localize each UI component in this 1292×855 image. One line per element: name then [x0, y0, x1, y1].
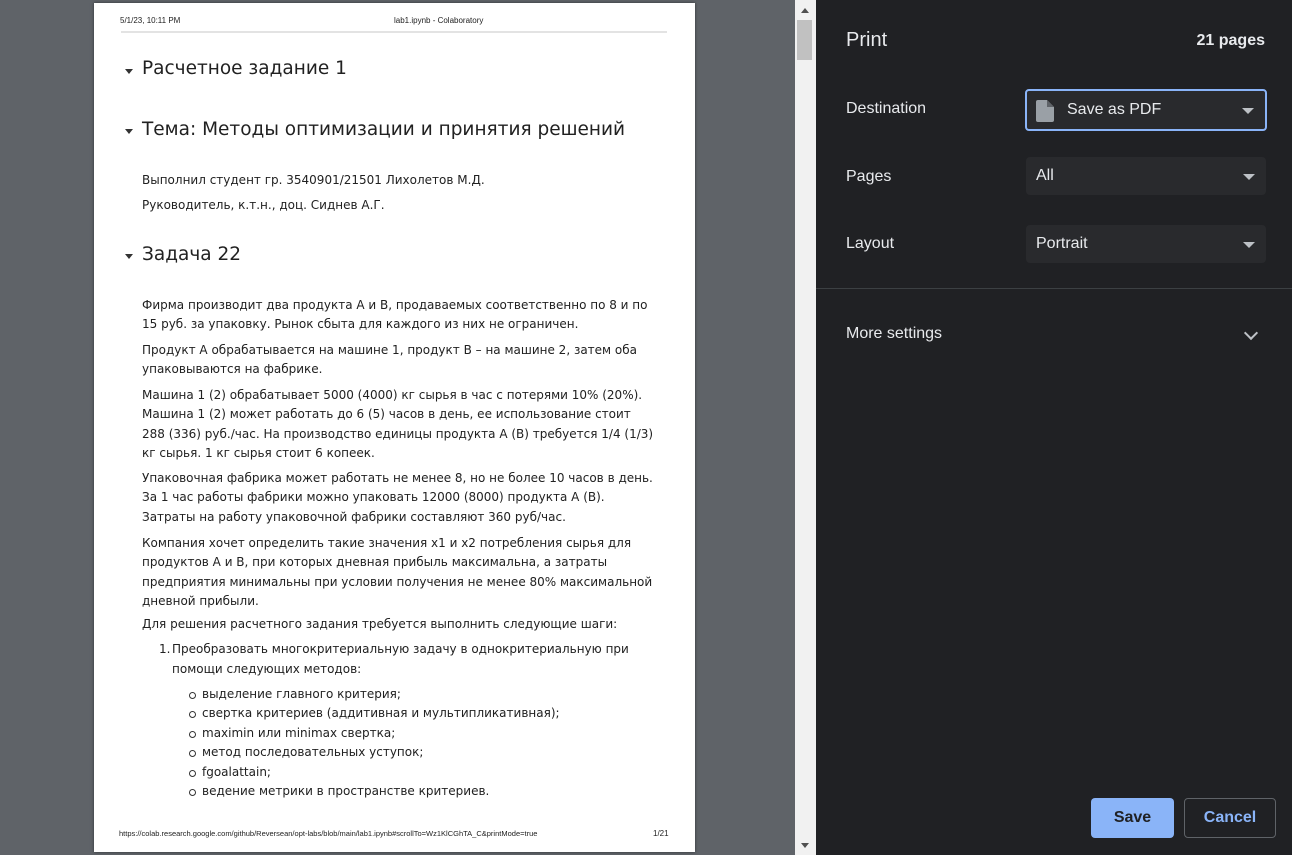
layout-value: Portrait — [1036, 235, 1088, 252]
print-settings-panel: Print 21 pages Destination Save as PDF P… — [816, 0, 1292, 855]
bullet-item: ведение метрики в пространстве критериев… — [188, 782, 489, 802]
list-item: 1. Преобразовать многокритериальную зада… — [159, 640, 652, 679]
preview-scrollbar[interactable] — [795, 0, 816, 855]
bullet-item: maximin или minimax свертка; — [188, 724, 395, 744]
destination-select[interactable]: Save as PDF — [1025, 89, 1267, 131]
author-line: Выполнил студент гр. 3540901/21501 Лихол… — [142, 173, 485, 187]
scroll-down-arrow-icon[interactable] — [801, 843, 809, 848]
supervisor-line: Руководитель, к.т.н., доц. Сиднев А.Г. — [142, 198, 385, 212]
preview-page: 5/1/23, 10:11 PM lab1.ipynb - Colaborato… — [94, 3, 695, 852]
dropdown-caret-icon — [1243, 242, 1255, 248]
list-item-text: Преобразовать многокритериальную задачу … — [172, 642, 629, 676]
page-header-title: lab1.ipynb - Colaboratory — [394, 16, 484, 25]
collapse-triangle-icon — [125, 129, 133, 134]
paragraph: Продукт А обрабатывается на машине 1, пр… — [142, 343, 638, 377]
page-footer-number: 1/21 — [653, 829, 669, 838]
collapse-triangle-icon — [125, 254, 133, 259]
page-header-date: 5/1/23, 10:11 PM — [120, 16, 181, 25]
header-divider — [121, 31, 667, 33]
chevron-down-icon[interactable] — [1243, 325, 1259, 341]
destination-value: Save as PDF — [1067, 101, 1162, 118]
pdf-file-icon — [1036, 100, 1054, 122]
list-number: 1. — [159, 642, 171, 656]
collapse-triangle-icon — [125, 69, 133, 74]
bullet-item: fgoalattain; — [189, 763, 271, 783]
panel-divider — [816, 288, 1292, 289]
paragraph: Компания хочет определить такие значения… — [142, 536, 653, 608]
bullet-item: метод последовательных уступок; — [188, 743, 423, 763]
paragraph: Упаковочная фабрика может работать не ме… — [142, 471, 653, 524]
print-title: Print — [846, 29, 888, 51]
steps-intro: Для решения расчетного задания требуется… — [142, 617, 618, 631]
save-button[interactable]: Save — [1091, 798, 1174, 838]
dropdown-caret-icon — [1243, 174, 1255, 180]
heading-problem: Задача 22 — [142, 244, 242, 265]
scroll-up-arrow-icon[interactable] — [801, 8, 809, 13]
pages-label: Pages — [846, 168, 892, 185]
layout-select[interactable]: Portrait — [1026, 225, 1266, 263]
pages-value: All — [1036, 167, 1054, 184]
heading-topic: Тема: Методы оптимизации и принятия реше… — [142, 119, 626, 140]
pages-select[interactable]: All — [1026, 157, 1266, 195]
bullet-item: свертка критериев (аддитивная и мультипл… — [189, 704, 560, 724]
paragraph: Машина 1 (2) обрабатывает 5000 (4000) кг… — [142, 388, 654, 460]
destination-label: Destination — [846, 100, 927, 117]
cancel-button[interactable]: Cancel — [1184, 798, 1276, 838]
print-preview-area: 5/1/23, 10:11 PM lab1.ipynb - Colaborato… — [0, 0, 795, 855]
dropdown-caret-icon — [1242, 108, 1254, 114]
heading-task: Расчетное задание 1 — [142, 58, 347, 79]
page-footer-url: https://colab.research.google.com/github… — [119, 829, 538, 838]
more-settings-toggle[interactable]: More settings — [846, 325, 942, 343]
bullet-item: выделение главного критерия; — [189, 685, 401, 705]
layout-label: Layout — [846, 235, 895, 252]
paragraph: Фирма производит два продукта А и В, про… — [142, 298, 648, 332]
sheet-count: 21 pages — [1196, 32, 1265, 49]
scrollbar-thumb[interactable] — [797, 20, 812, 60]
